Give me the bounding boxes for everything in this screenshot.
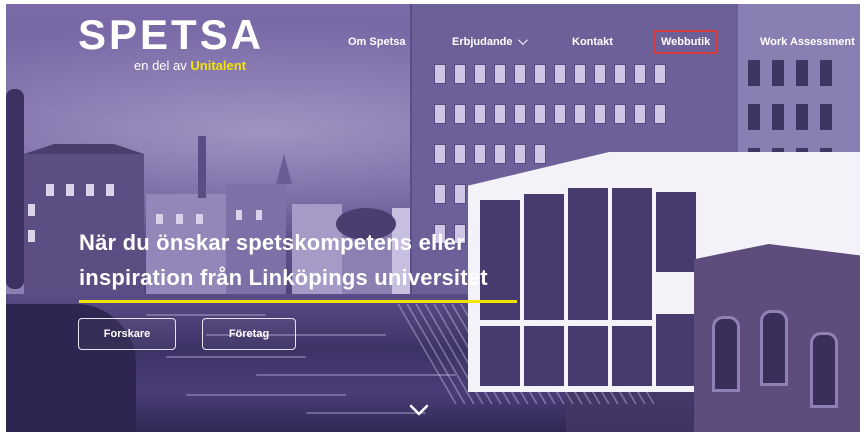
hero-heading-line-1: När du önskar spetskompetens eller: [79, 230, 465, 255]
nav-item-om-spetsa[interactable]: Om Spetsa: [348, 36, 405, 48]
chimney: [198, 136, 206, 198]
nav-item-webbutik[interactable]: Webbutik: [652, 30, 719, 54]
tagline-brand: Unitalent: [190, 58, 246, 73]
chevron-down-icon: [517, 35, 528, 46]
nav-item-erbjudande[interactable]: Erbjudande: [452, 35, 528, 48]
nav-item-label: Erbjudande: [452, 36, 513, 48]
logo-tagline: en del av Unitalent: [134, 58, 246, 73]
hero-heading-line-2: inspiration från Linköpings universitet: [79, 265, 488, 290]
nav-item-kontakt[interactable]: Kontakt: [572, 36, 613, 48]
hero-section: SPETSA en del av Unitalent Om Spetsa Erb…: [6, 4, 860, 432]
brick-building: [694, 244, 860, 432]
nav-item-work-assessment[interactable]: Work Assessment: [760, 36, 855, 48]
foretag-button[interactable]: Företag: [202, 318, 296, 350]
main-navigation: Om Spetsa Erbjudande Kontakt Webbutik Wo…: [6, 30, 860, 56]
forskare-button[interactable]: Forskare: [78, 318, 176, 350]
chevron-down-icon[interactable]: [409, 402, 429, 418]
hero-underline: [79, 300, 517, 303]
tree-silhouette: [6, 89, 24, 289]
tagline-prefix: en del av: [134, 58, 191, 73]
